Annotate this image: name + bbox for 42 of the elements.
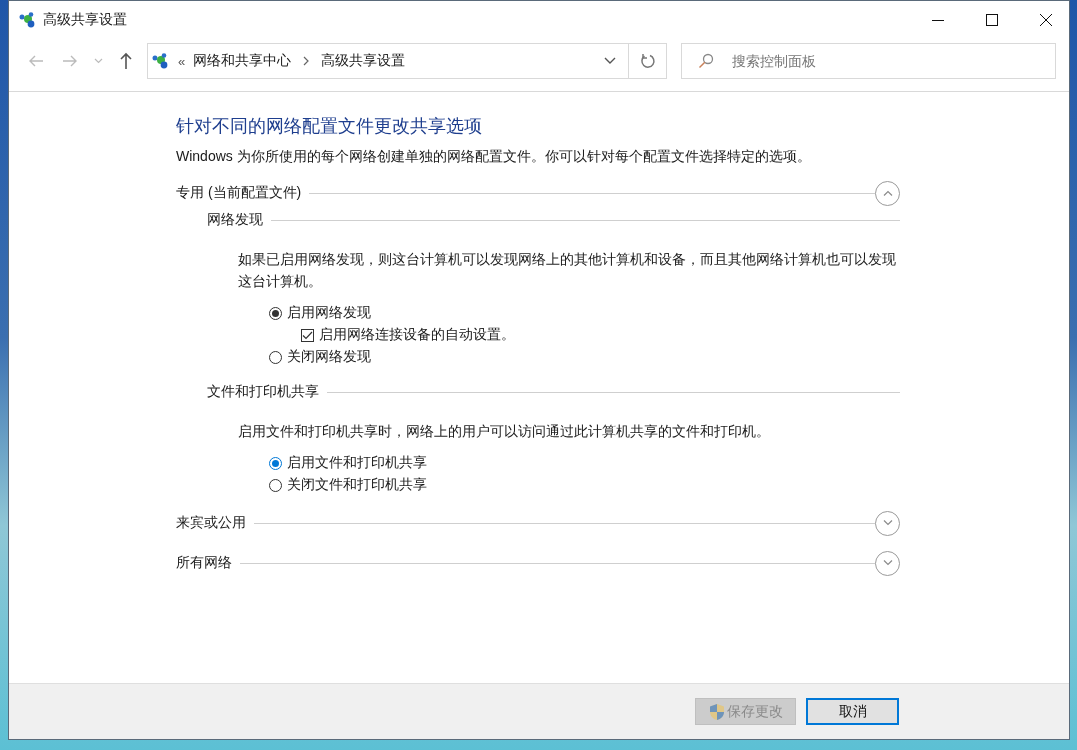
arrow-right-icon <box>62 54 78 68</box>
breadcrumb-item[interactable]: 网络和共享中心 <box>193 52 292 70</box>
section-title: 网络发现 <box>207 211 263 229</box>
section-title: 文件和打印机共享 <box>207 383 319 401</box>
radio-option[interactable]: 关闭网络发现 <box>269 346 900 368</box>
profile-title: 来宾或公用 <box>176 514 246 532</box>
chevron-up-icon <box>882 190 893 196</box>
page-description: Windows 为你所使用的每个网络创建单独的网络配置文件。你可以针对每个配置文件选择特定的选项。 <box>176 148 812 166</box>
overflow-marker[interactable]: « <box>178 53 186 69</box>
search-box[interactable]: 搜索控制面板 <box>681 43 1056 79</box>
profile-title: 所有网络 <box>176 554 232 572</box>
network-icon <box>152 53 170 69</box>
radio-option[interactable]: 关闭文件和打印机共享 <box>269 474 900 496</box>
checkbox-option[interactable]: 启用网络连接设备的自动设置。 <box>301 324 900 346</box>
chevron-down-icon <box>93 58 103 64</box>
collapse-button[interactable] <box>875 180 900 206</box>
chevron-right-icon <box>303 56 310 66</box>
chevron-down-icon <box>603 57 616 65</box>
maximize-icon <box>986 14 998 26</box>
radio-option[interactable]: 启用文件和打印机共享 <box>269 452 900 474</box>
expand-button[interactable] <box>875 550 900 576</box>
arrow-left-icon <box>28 54 44 68</box>
refresh-icon <box>639 53 656 69</box>
network-icon <box>19 12 37 28</box>
chevron-down-icon <box>882 560 893 566</box>
profile-title: 专用 (当前配置文件) <box>176 184 302 202</box>
page-heading: 针对不同的网络配置文件更改共享选项 <box>176 115 483 138</box>
search-field[interactable]: 搜索控制面板 <box>730 52 1055 70</box>
radio-option[interactable]: 启用网络发现 <box>269 302 900 324</box>
section-description: 启用文件和打印机共享时，网络上的用户可以访问通过此计算机共享的文件和打印机。 <box>238 422 771 441</box>
cancel-button[interactable]: 取消 <box>806 698 899 725</box>
checkbox[interactable] <box>301 328 314 342</box>
expand-button[interactable] <box>875 510 900 536</box>
window-title: 高级共享设置 <box>43 11 127 29</box>
section-description: 如果已启用网络发现，则这台计算机可以发现网络上的其他计算机和设备，而且其他网络计算机也可以发现这台计算机。 <box>238 250 897 291</box>
close-icon <box>1040 14 1052 26</box>
search-icon <box>698 53 714 69</box>
arrow-up-icon <box>119 52 133 70</box>
chevron-down-icon <box>882 520 893 526</box>
address-bar[interactable]: « 网络和共享中心 高级共享设置 <box>147 43 667 79</box>
shield-icon <box>708 702 725 721</box>
breadcrumb-item[interactable]: 高级共享设置 <box>321 52 406 70</box>
